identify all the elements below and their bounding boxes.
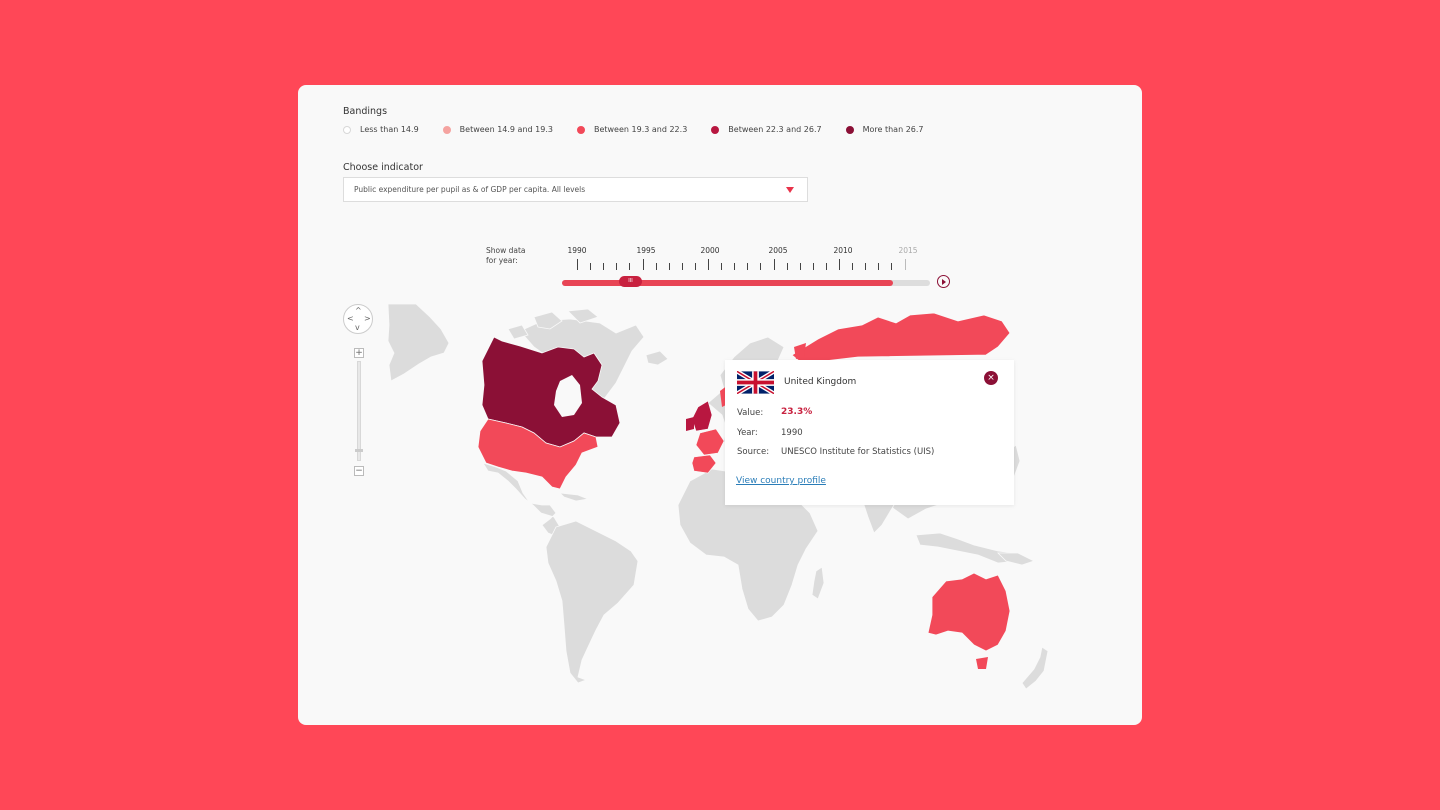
popup-source: UNESCO Institute for Statistics (UIS) <box>781 447 935 457</box>
world-map <box>387 303 1049 690</box>
popup-value-label: Value: <box>737 408 764 418</box>
pan-right-icon[interactable]: > <box>364 315 371 323</box>
country-russia[interactable] <box>791 312 1011 366</box>
country-madagascar[interactable] <box>811 566 825 600</box>
country-tasmania[interactable] <box>976 657 988 669</box>
country-france[interactable] <box>695 428 725 456</box>
view-country-profile-link[interactable]: View country profile <box>736 476 826 486</box>
popup-year-label: Year: <box>737 428 758 438</box>
country-iceland[interactable] <box>645 350 669 366</box>
uk-flag-icon <box>737 371 774 394</box>
country-cuba[interactable] <box>558 492 590 502</box>
zoom-out-button[interactable]: − <box>354 466 364 476</box>
zoom-slider-handle[interactable] <box>355 449 363 452</box>
close-icon[interactable]: × <box>984 371 998 385</box>
zoom-in-button[interactable]: + <box>354 348 364 358</box>
pan-left-icon[interactable]: < <box>347 315 354 323</box>
pan-control[interactable]: ^ v < > <box>343 304 373 334</box>
country-south-america[interactable] <box>545 520 639 684</box>
country-new-zealand[interactable] <box>1021 646 1049 690</box>
popup-source-label: Source: <box>737 447 770 457</box>
zoom-slider-track[interactable] <box>357 361 361 461</box>
popup-year: 1990 <box>781 428 803 438</box>
map-widget-card: Bandings Less than 14.9 Between 14.9 and… <box>298 85 1142 725</box>
popup-country-name: United Kingdom <box>784 377 857 387</box>
country-indonesia[interactable] <box>915 532 1019 564</box>
country-popup: United Kingdom × Value: 23.3% Year: 1990… <box>725 360 1014 505</box>
pan-down-icon[interactable]: v <box>355 324 360 332</box>
country-australia[interactable] <box>927 572 1011 652</box>
popup-value: 23.3% <box>781 407 813 417</box>
country-ireland[interactable] <box>686 417 694 431</box>
country-alaska[interactable] <box>387 303 450 382</box>
country-united-kingdom[interactable] <box>691 400 713 432</box>
pan-up-icon[interactable]: ^ <box>355 307 362 315</box>
